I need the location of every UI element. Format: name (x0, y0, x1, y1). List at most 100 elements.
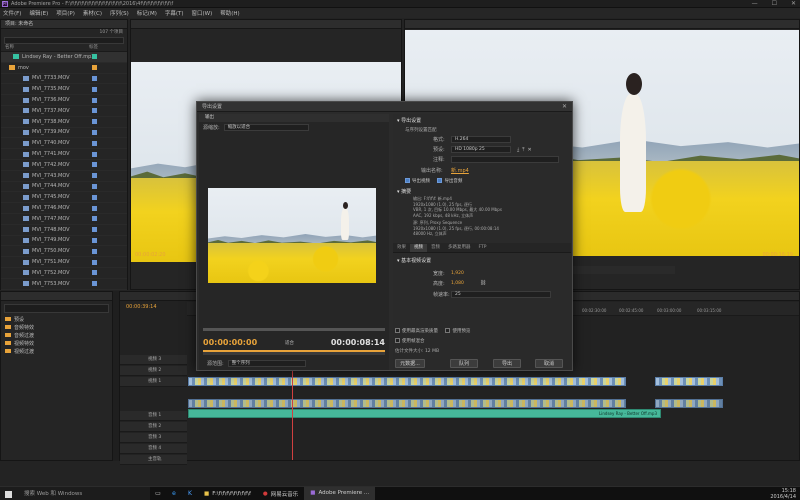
project-item-row[interactable]: MVI_7750.MOV (1, 246, 127, 258)
export-settings-header[interactable]: ▾ 导出设置 (393, 114, 571, 127)
export-button[interactable]: 导出 (493, 359, 521, 368)
audio-track-header[interactable]: 音频 2 (120, 422, 187, 432)
audio-track-header[interactable]: 音频 4 (120, 444, 187, 454)
project-item-row[interactable]: MVI_7739.MOV (1, 128, 127, 139)
clock-date[interactable]: 2016/4/14 (770, 494, 796, 500)
menu-window[interactable]: 窗口(W) (192, 9, 213, 17)
comment-input[interactable] (451, 156, 559, 163)
taskbar-explorer[interactable]: ■ F:\f\f\f\f\f\f\f\f\f (198, 487, 257, 500)
framerate-dropdown[interactable]: 25 (451, 290, 551, 298)
video-track-header[interactable]: 视频 1 (120, 377, 187, 387)
project-item-row[interactable]: MVI_7743.MOV (1, 171, 127, 182)
project-item-row[interactable]: MVI_7737.MOV (1, 106, 127, 117)
project-item-row[interactable]: MVI_7733.MOV (1, 74, 127, 85)
export-scrubber[interactable] (203, 328, 385, 331)
format-dropdown[interactable]: H.264 (451, 136, 511, 143)
basic-video-header[interactable]: ▾ 基本视频设置 (393, 253, 571, 268)
column-label-header[interactable]: 标签 (89, 44, 98, 52)
output-name-link[interactable]: 新.mp4 (451, 167, 469, 174)
taskbar-premiere[interactable]: ■ Adobe Premiere ... (304, 486, 376, 500)
project-item-row[interactable]: MVI_7744.MOV (1, 182, 127, 193)
project-item-row[interactable]: Lindsey Ray - Better Off.mp3 (1, 52, 127, 63)
project-search-input[interactable] (4, 37, 124, 44)
tab-effects[interactable]: 效果 (393, 244, 410, 252)
project-item-row[interactable]: MVI_7752.MOV (1, 268, 127, 279)
menu-file[interactable]: 文件(F) (3, 9, 21, 17)
effects-folder-item[interactable]: 视频特效 (5, 340, 112, 348)
project-panel-header[interactable]: 项目: 未命名 (1, 20, 127, 29)
audio-track-header[interactable]: 音频 3 (120, 433, 187, 443)
windows-start-icon[interactable] (5, 490, 12, 498)
program-timecode[interactable]: 00:00:16:19 (762, 252, 793, 258)
export-audio-checkbox[interactable]: 导出音频 (437, 178, 462, 184)
video-track-header[interactable]: 视频 2 (120, 366, 187, 376)
tab-multiplexer[interactable]: 多路复用器 (444, 244, 475, 252)
link-aspect-icon[interactable]: ⛓ (480, 280, 486, 286)
queue-button[interactable]: 队列 (450, 359, 478, 368)
column-name-header[interactable]: 名称 (5, 44, 14, 51)
audio-clip[interactable]: Lindsey Ray - Better Off.mp3 (188, 409, 661, 418)
effects-folder-item[interactable]: 视频过渡 (5, 348, 112, 356)
effects-folder-item[interactable]: 预设 (5, 316, 112, 324)
taskbar-netease-music[interactable]: ● 网易云音乐 (257, 487, 304, 500)
metadata-button[interactable]: 元数据... (395, 359, 425, 368)
effects-folder-item[interactable]: 音频过渡 (5, 332, 112, 340)
export-timecode-out[interactable]: 00:00:08:14 (331, 338, 385, 347)
project-folder-row[interactable]: mov (1, 63, 127, 74)
source-scale-dropdown[interactable]: 缩放以适合 (223, 123, 309, 131)
source-monitor-header[interactable] (131, 20, 401, 29)
export-timecode-in[interactable]: 00:00:00:00 (203, 338, 257, 347)
width-value[interactable]: 1,920 (451, 271, 464, 276)
program-monitor-header[interactable] (405, 20, 799, 29)
project-item-row[interactable]: MVI_7747.MOV (1, 214, 127, 225)
menu-clip[interactable]: 素材(C) (83, 9, 102, 17)
export-video-checkbox[interactable]: 导出视频 (405, 178, 430, 184)
tab-output[interactable]: 输出 (205, 115, 214, 120)
tab-ftp[interactable]: FTP (475, 244, 491, 252)
effects-folder-item[interactable]: 音频特效 (5, 324, 112, 332)
import-preset-icon[interactable]: ⤒ (522, 147, 524, 153)
preset-dropdown[interactable]: HD 1080p 25 (451, 146, 511, 153)
tab-audio[interactable]: 音频 (427, 244, 444, 252)
maximize-button[interactable]: ☐ (772, 0, 777, 7)
master-track-header[interactable]: 主音轨 (120, 455, 187, 465)
project-item-row[interactable]: MVI_7742.MOV (1, 160, 127, 171)
audio-track-header[interactable]: 音频 1 (120, 411, 187, 421)
project-item-row[interactable]: MVI_7746.MOV (1, 203, 127, 214)
project-item-row[interactable]: MVI_7748.MOV (1, 225, 127, 236)
edge-browser-icon[interactable]: e (166, 490, 182, 497)
tab-video[interactable]: 视频 (410, 243, 427, 252)
video-clip-strip-v1b[interactable] (655, 399, 723, 408)
menu-title[interactable]: 字幕(T) (165, 9, 184, 17)
save-preset-icon[interactable]: ⤓ (517, 147, 519, 153)
cancel-button[interactable]: 取消 (535, 359, 563, 368)
height-value[interactable]: 1,080 (451, 281, 464, 286)
export-dialog-close-icon[interactable]: ✕ (562, 102, 567, 112)
project-item-row[interactable]: MVI_7741.MOV (1, 149, 127, 160)
minimize-button[interactable]: — (752, 0, 758, 7)
project-item-row[interactable]: MVI_7735.MOV (1, 84, 127, 96)
max-render-quality-checkbox[interactable]: 使用最高渲染质量 (395, 328, 438, 334)
menu-edit[interactable]: 编辑(E) (29, 9, 48, 17)
use-preview-checkbox[interactable]: 使用预览 (445, 328, 470, 334)
project-item-row[interactable]: MVI_7740.MOV (1, 138, 127, 150)
project-item-row[interactable]: MVI_7745.MOV (1, 192, 127, 204)
video-clip-strip[interactable] (655, 377, 723, 386)
taskbar-search[interactable]: 搜索 Web 和 Windows (0, 486, 150, 500)
menu-project[interactable]: 项目(P) (56, 9, 75, 17)
menu-help[interactable]: 帮助(H) (220, 9, 239, 17)
menu-sequence[interactable]: 序列(S) (110, 9, 129, 17)
project-item-row[interactable]: MVI_7749.MOV (1, 236, 127, 247)
close-button[interactable]: ✕ (791, 0, 796, 7)
effects-panel-header[interactable] (1, 292, 112, 301)
source-timecode[interactable]: 00:00:02:20 (135, 252, 166, 258)
video-clip-strip-v1b[interactable] (188, 399, 626, 408)
fit-dropdown[interactable]: 适合 (285, 340, 294, 346)
summary-header[interactable]: ▾ 摘要 (393, 184, 571, 196)
export-range-bar[interactable] (203, 350, 385, 355)
k-app-icon[interactable]: K (182, 490, 198, 497)
delete-preset-icon[interactable]: ✕ (527, 147, 531, 153)
menu-marker[interactable]: 标记(M) (137, 9, 157, 17)
project-item-row[interactable]: MVI_7753.MOV (1, 279, 127, 290)
project-item-row[interactable]: MVI_7751.MOV (1, 257, 127, 268)
